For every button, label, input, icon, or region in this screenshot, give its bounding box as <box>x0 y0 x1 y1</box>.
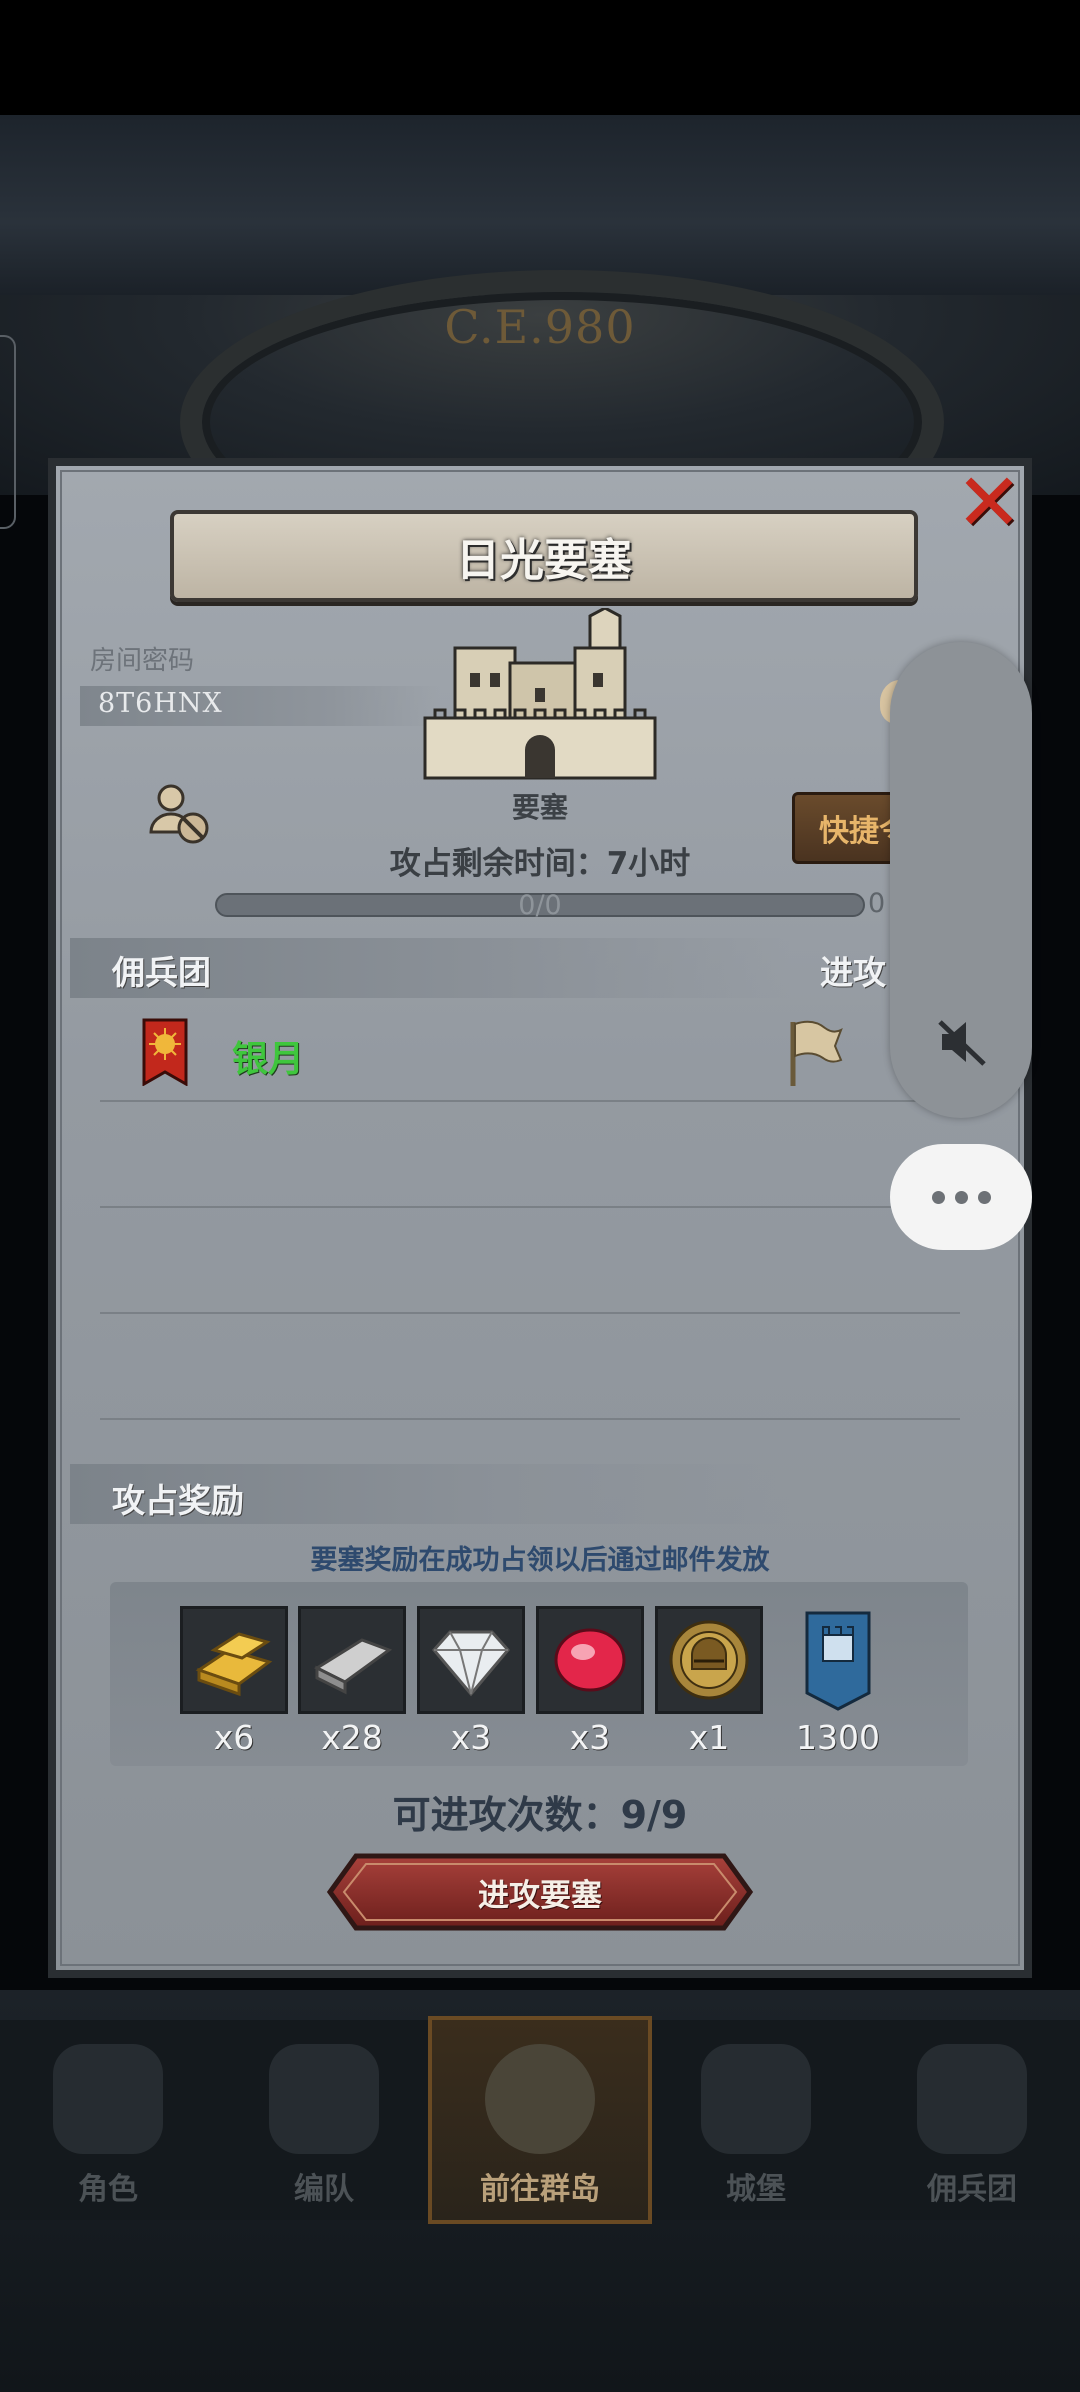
row-divider <box>100 1312 960 1314</box>
gold-bar-icon <box>180 1606 288 1714</box>
nav-item-character[interactable]: 角色 <box>0 2020 216 2220</box>
reward-item[interactable]: x3 <box>536 1606 644 1757</box>
nav-label: 编队 <box>294 2172 354 2207</box>
nav-item-formation[interactable]: 编队 <box>216 2020 432 2220</box>
nav-item-castle[interactable]: 城堡 <box>648 2020 864 2220</box>
user-block-icon[interactable] <box>145 780 215 850</box>
room-code-label: 房间密码 <box>90 646 195 676</box>
background-upper <box>0 115 1080 295</box>
ship-icon <box>917 2044 1027 2154</box>
nav-item-mercenary[interactable]: 佣兵团 <box>864 2020 1080 2220</box>
mercenary-section-title: 佣兵团 <box>112 953 211 992</box>
status-bar <box>0 0 1080 115</box>
row-divider <box>100 1100 960 1102</box>
reward-item[interactable]: x28 <box>298 1606 406 1757</box>
iron-bar-icon <box>298 1606 406 1714</box>
reward-item[interactable]: 1300 <box>784 1606 892 1757</box>
castle-icon <box>701 2044 811 2154</box>
reward-item[interactable]: x1 <box>655 1606 763 1757</box>
attack-column-title: 进攻 <box>820 953 886 992</box>
reward-item[interactable]: x3 <box>417 1606 525 1757</box>
guild-name[interactable]: 银月 <box>232 1030 304 1082</box>
nav-label: 前往群岛 <box>480 2172 600 2207</box>
more-dot-icon <box>931 1190 945 1204</box>
title-plate: 日光要塞 <box>170 510 918 602</box>
reward-qty: x28 <box>321 1718 383 1757</box>
capture-time-remaining: 攻占剩余时间：7小时 <box>389 846 691 882</box>
mute-icon[interactable] <box>932 1012 992 1072</box>
reward-qty: x3 <box>450 1718 492 1757</box>
close-icon: ✕ <box>955 456 1023 549</box>
diamond-icon <box>417 1606 525 1714</box>
era-label: C.E.980 <box>444 300 636 354</box>
reward-section-title: 攻占奖励 <box>112 1481 244 1520</box>
more-dot-icon <box>954 1190 968 1204</box>
nav-label: 角色 <box>78 2172 138 2207</box>
dialog-title: 日光要塞 <box>456 535 632 586</box>
reward-qty: x6 <box>213 1718 255 1757</box>
attack-fortress-label: 进攻要塞 <box>478 1878 602 1914</box>
nav-label: 城堡 <box>726 2172 786 2207</box>
room-code-value: 8T6HNX <box>98 688 223 719</box>
ruby-icon <box>536 1606 644 1714</box>
reward-qty: 1300 <box>796 1718 880 1757</box>
reward-note: 要塞奖励在成功占领以后通过邮件发放 <box>310 1545 770 1576</box>
reward-item[interactable]: x6 <box>180 1606 288 1757</box>
bottom-nav: 角色 编队 前往群岛 城堡 佣兵团 <box>0 2016 1080 2224</box>
row-divider <box>100 1418 960 1420</box>
row-divider <box>100 1206 960 1208</box>
attack-attempts: 可进攻次数：9/9 <box>392 1793 688 1837</box>
helmet-medal-icon <box>655 1606 763 1714</box>
compass-globe-icon <box>485 2044 595 2154</box>
banner-token-icon <box>784 1606 892 1714</box>
capture-progress-text: 0/0 <box>518 890 562 921</box>
more-dot-icon <box>977 1190 991 1204</box>
reward-qty: x1 <box>688 1718 730 1757</box>
left-edge-tab[interactable] <box>0 335 16 529</box>
flag-icon <box>790 1020 843 1086</box>
building-label: 要塞 <box>511 791 568 824</box>
reward-qty: x3 <box>569 1718 611 1757</box>
guild-banner-icon <box>142 1018 188 1086</box>
helmet-icon <box>269 2044 379 2154</box>
nav-item-islands[interactable]: 前往群岛 <box>428 2016 652 2224</box>
castle-icon <box>423 608 657 780</box>
capture-progress-right: 0 <box>868 888 886 919</box>
knight-icon <box>53 2044 163 2154</box>
more-options-button[interactable] <box>890 1144 1032 1250</box>
close-button[interactable]: ✕ <box>952 456 1026 549</box>
nav-label: 佣兵团 <box>927 2172 1017 2207</box>
